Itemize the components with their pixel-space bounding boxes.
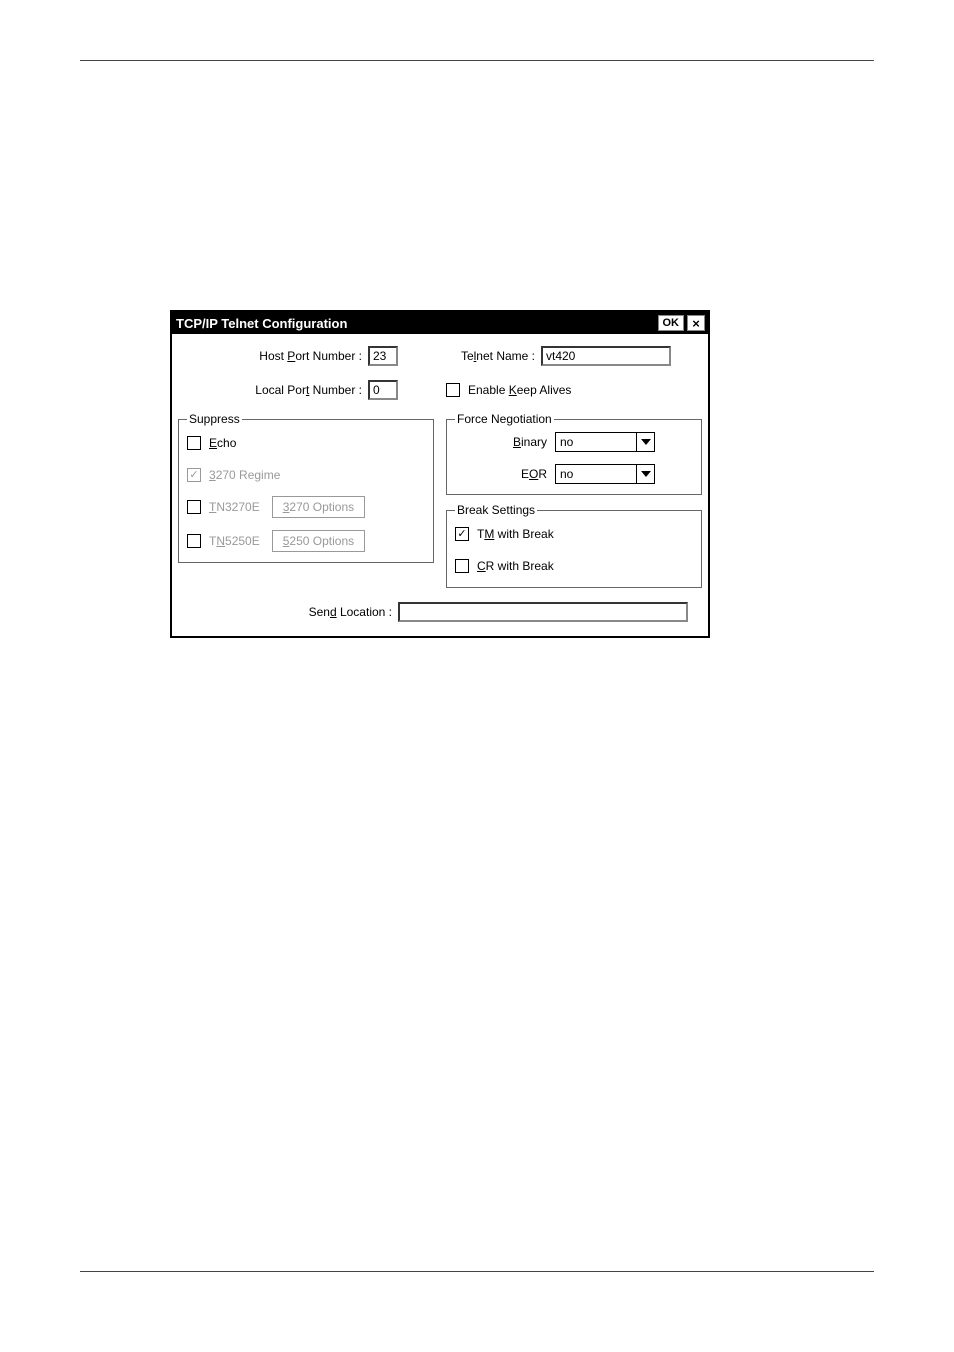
chevron-down-icon	[636, 433, 654, 451]
checkbox-icon	[187, 500, 201, 514]
tn5250e-label: TN5250E	[209, 534, 260, 548]
checkbox-icon	[455, 559, 469, 573]
force-negotiation-legend: Force Negotiation	[455, 412, 554, 426]
chevron-down-icon	[636, 465, 654, 483]
send-location-label: Send Location :	[278, 605, 398, 619]
tm-with-break-label: TM with Break	[477, 527, 554, 541]
tm-with-break-checkbox[interactable]: TM with Break	[455, 523, 554, 545]
checkbox-icon	[187, 534, 201, 548]
tn5250e-checkbox[interactable]: TN5250E	[187, 530, 260, 552]
suppress-legend: Suppress	[187, 412, 242, 426]
enable-keep-alives-label: Enable Keep Alives	[468, 383, 571, 397]
break-settings-legend: Break Settings	[455, 503, 537, 517]
telnet-name-input[interactable]	[541, 346, 671, 366]
checkbox-icon	[187, 436, 201, 450]
close-button[interactable]: ×	[687, 315, 705, 331]
tn3270e-label: TN3270E	[209, 500, 260, 514]
3270-options-button: 3270 Options	[272, 496, 365, 518]
close-icon: ×	[692, 317, 700, 330]
local-port-label: Local Port Number :	[178, 383, 368, 397]
suppress-group: Suppress Echo 3270 Regime	[178, 412, 434, 563]
binary-label: Binary	[455, 435, 555, 449]
5250-options-button: 5250 Options	[272, 530, 365, 552]
host-port-label: Host Port Number :	[178, 349, 368, 363]
ok-button[interactable]: OK	[658, 315, 685, 331]
tn3270e-checkbox[interactable]: TN3270E	[187, 496, 260, 518]
force-negotiation-group: Force Negotiation Binary no	[446, 412, 702, 495]
eor-label: EOR	[455, 467, 555, 481]
eor-select[interactable]: no	[555, 464, 655, 484]
dialog-title: TCP/IP Telnet Configuration	[176, 316, 658, 331]
binary-select[interactable]: no	[555, 432, 655, 452]
checkbox-icon	[446, 383, 460, 397]
break-settings-group: Break Settings TM with Break CR with Bre…	[446, 503, 702, 588]
local-port-input[interactable]	[368, 380, 398, 400]
echo-checkbox[interactable]: Echo	[187, 432, 236, 454]
cr-with-break-checkbox[interactable]: CR with Break	[455, 555, 554, 577]
send-location-input[interactable]	[398, 602, 688, 622]
telnet-config-dialog: TCP/IP Telnet Configuration OK × Host Po…	[170, 310, 710, 638]
telnet-name-label: Telnet Name :	[446, 349, 541, 363]
checkbox-icon	[455, 527, 469, 541]
cr-with-break-label: CR with Break	[477, 559, 554, 573]
enable-keep-alives-checkbox[interactable]: Enable Keep Alives	[446, 379, 571, 401]
titlebar: TCP/IP Telnet Configuration OK ×	[172, 312, 708, 334]
echo-label: Echo	[209, 436, 236, 450]
checkbox-icon	[187, 468, 201, 482]
3270-regime-label: 3270 Regime	[209, 468, 280, 482]
3270-regime-checkbox: 3270 Regime	[187, 464, 280, 486]
host-port-input[interactable]	[368, 346, 398, 366]
